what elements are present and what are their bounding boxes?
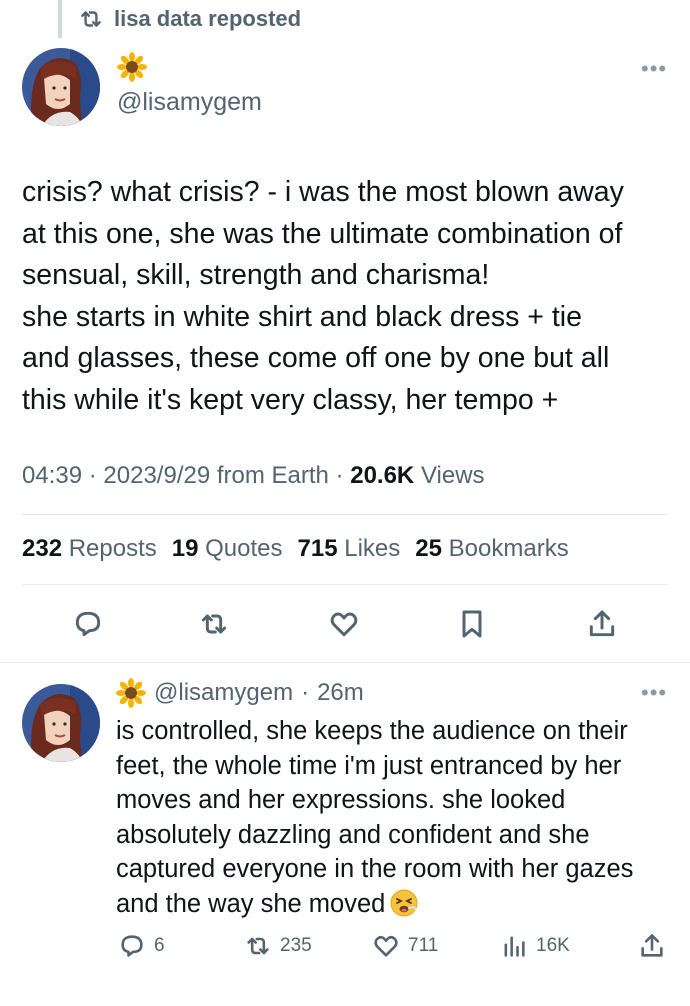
sunflower-icon [116,678,146,708]
engagement-stats: 232 Reposts 19 Quotes 715 Likes 25 Bookm… [22,535,569,563]
views-label: Views [420,462,485,489]
divider [0,662,690,663]
heart-icon [374,935,398,957]
repost-banner[interactable]: lisa data reposted [78,4,301,34]
tweet-line: sensual, skill, strength and charisma! [22,259,490,291]
reply-count: 6 [154,935,165,956]
tired-face-icon [389,888,419,918]
tweet-time[interactable]: 04:39 [22,462,82,489]
bookmark-icon [462,610,482,638]
reply-header: @lisamygem · 26m [116,678,364,708]
reply-button[interactable]: 6 [118,932,165,960]
bookmark-button[interactable] [454,606,490,642]
repost-banner-text: lisa data reposted [114,6,302,31]
author-handle[interactable]: @lisamygem [117,88,262,117]
reply-line: is controlled, she keeps the audience on… [116,717,628,745]
repost-count: 235 [280,935,312,956]
separator: · [88,462,97,489]
reply-time[interactable]: 26m [317,679,364,707]
reply-line: moves and her expressions. she looked [116,786,566,814]
like-count: 711 [408,935,439,956]
share-button[interactable] [584,606,620,642]
sunflower-icon [117,52,147,82]
reply-button[interactable] [70,606,106,642]
divider [22,514,668,515]
reply-line: feet, the whole time i'm just entranced … [116,751,622,780]
like-button[interactable] [326,606,362,642]
repost-icon [81,11,101,27]
avatar-image [22,48,100,126]
reply-handle[interactable]: @lisamygem [154,679,293,707]
tweet-line: crisis? what crisis? - i was the most bl… [22,176,624,208]
heart-icon [330,612,358,637]
reposts-stat[interactable]: 232 Reposts [22,535,157,563]
quotes-stat[interactable]: 19 Quotes [172,535,283,563]
tweet-line: she starts in white shirt and black dres… [22,300,582,333]
reply-line: captured everyone in the room with her g… [116,855,634,883]
reply-icon [75,611,101,637]
share-icon [641,934,663,957]
tweet-actions [0,606,690,646]
thread-line [58,0,62,38]
tweet-date[interactable]: 2023/9/29 from Earth [103,462,328,489]
repost-icon [201,614,227,634]
views-icon [504,936,525,957]
repost-button[interactable] [196,606,232,642]
views-button[interactable]: 16K [500,932,570,960]
reply-body: is controlled, she keeps the audience on… [116,714,676,921]
repost-button[interactable]: 235 [244,932,312,960]
separator: · [301,679,310,706]
tweet-line: this while it's kept very classy, her te… [22,383,559,416]
tweet-body: crisis? what crisis? - i was the most bl… [22,172,672,421]
reply-line-last: and the way she moved [116,887,676,922]
reply-actions: 6 235 711 16K [0,930,690,964]
views-count: 16K [536,935,570,956]
separator: · [335,462,344,489]
like-button[interactable]: 711 [372,932,438,960]
tweet-meta: 04:39 · 2023/9/29 from Earth · 20.6K Vie… [22,462,485,490]
avatar-image [22,684,100,762]
likes-stat[interactable]: 715 Likes [298,535,401,563]
reply-icon [121,935,143,957]
more-options-icon[interactable]: ••• [641,680,667,706]
views-count: 20.6K [350,462,415,489]
bookmarks-stat[interactable]: 25 Bookmarks [415,535,568,563]
share-icon [589,610,615,637]
repost-icon [247,937,269,955]
divider [22,584,668,585]
more-options-icon[interactable]: ••• [641,56,667,82]
share-button[interactable] [638,932,666,960]
tweet-line: at this one, she was the ultimate combin… [22,217,623,250]
tweet-line: and glasses, these come off one by one b… [22,342,610,374]
avatar[interactable] [22,48,100,126]
reply-avatar[interactable] [22,684,100,762]
reply-line: absolutely dazzling and confident and sh… [116,820,590,849]
